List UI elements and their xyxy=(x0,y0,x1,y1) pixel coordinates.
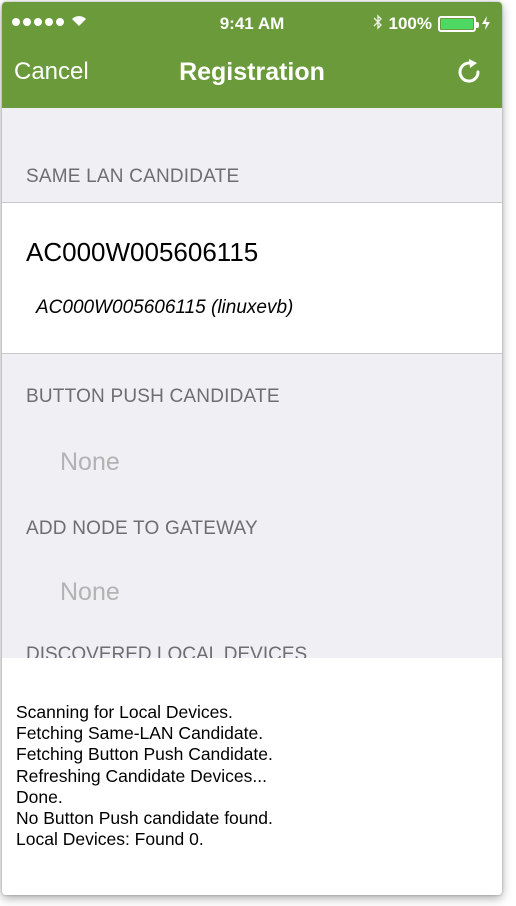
device-title: AC000W005606115 xyxy=(26,237,259,267)
button-push-none: None xyxy=(60,448,120,476)
activity-log: Scanning for Local Devices. Fetching Same… xyxy=(2,658,502,895)
add-node-none: None xyxy=(60,578,120,606)
nav-bar: Cancel Registration xyxy=(2,52,502,96)
log-line: Fetching Same-LAN Candidate. xyxy=(16,723,264,744)
log-line: Done. xyxy=(16,786,63,807)
status-bar: 9:41 AM 100% xyxy=(2,10,502,38)
same-lan-header: SAME LAN CANDIDATE xyxy=(26,166,240,187)
log-line: No Button Push candidate found. xyxy=(16,808,273,829)
battery-icon xyxy=(438,16,479,32)
add-node-header: ADD NODE TO GATEWAY xyxy=(26,518,258,539)
same-lan-device-row[interactable]: AC000W005606115 AC000W005606115 (linuxev… xyxy=(2,202,502,354)
log-line: Scanning for Local Devices. xyxy=(16,702,233,722)
phone-screen: 9:41 AM 100% Cancel Registration SAME LA… xyxy=(2,2,502,895)
log-line: Refreshing Candidate Devices... xyxy=(16,765,267,786)
cancel-button[interactable]: Cancel xyxy=(14,58,89,86)
nav-header: 9:41 AM 100% Cancel Registration xyxy=(2,2,502,108)
log-line: Fetching Button Push Candidate. xyxy=(16,744,273,765)
registration-list[interactable]: SAME LAN CANDIDATE AC000W005606115 AC000… xyxy=(2,108,502,658)
device-subtitle: AC000W005606115 (linuxevb) xyxy=(36,297,294,318)
bluetooth-icon xyxy=(373,14,383,34)
log-line: Local Devices: Found 0. xyxy=(16,829,204,850)
discovered-devices-header: DISCOVERED LOCAL DEVICES xyxy=(26,644,308,658)
charging-icon xyxy=(482,15,490,33)
battery-percent: 100% xyxy=(388,14,432,33)
refresh-icon[interactable] xyxy=(452,55,486,89)
log-lines: Scanning for Local Devices. Fetching Same… xyxy=(16,702,273,850)
button-push-header: BUTTON PUSH CANDIDATE xyxy=(26,386,280,407)
